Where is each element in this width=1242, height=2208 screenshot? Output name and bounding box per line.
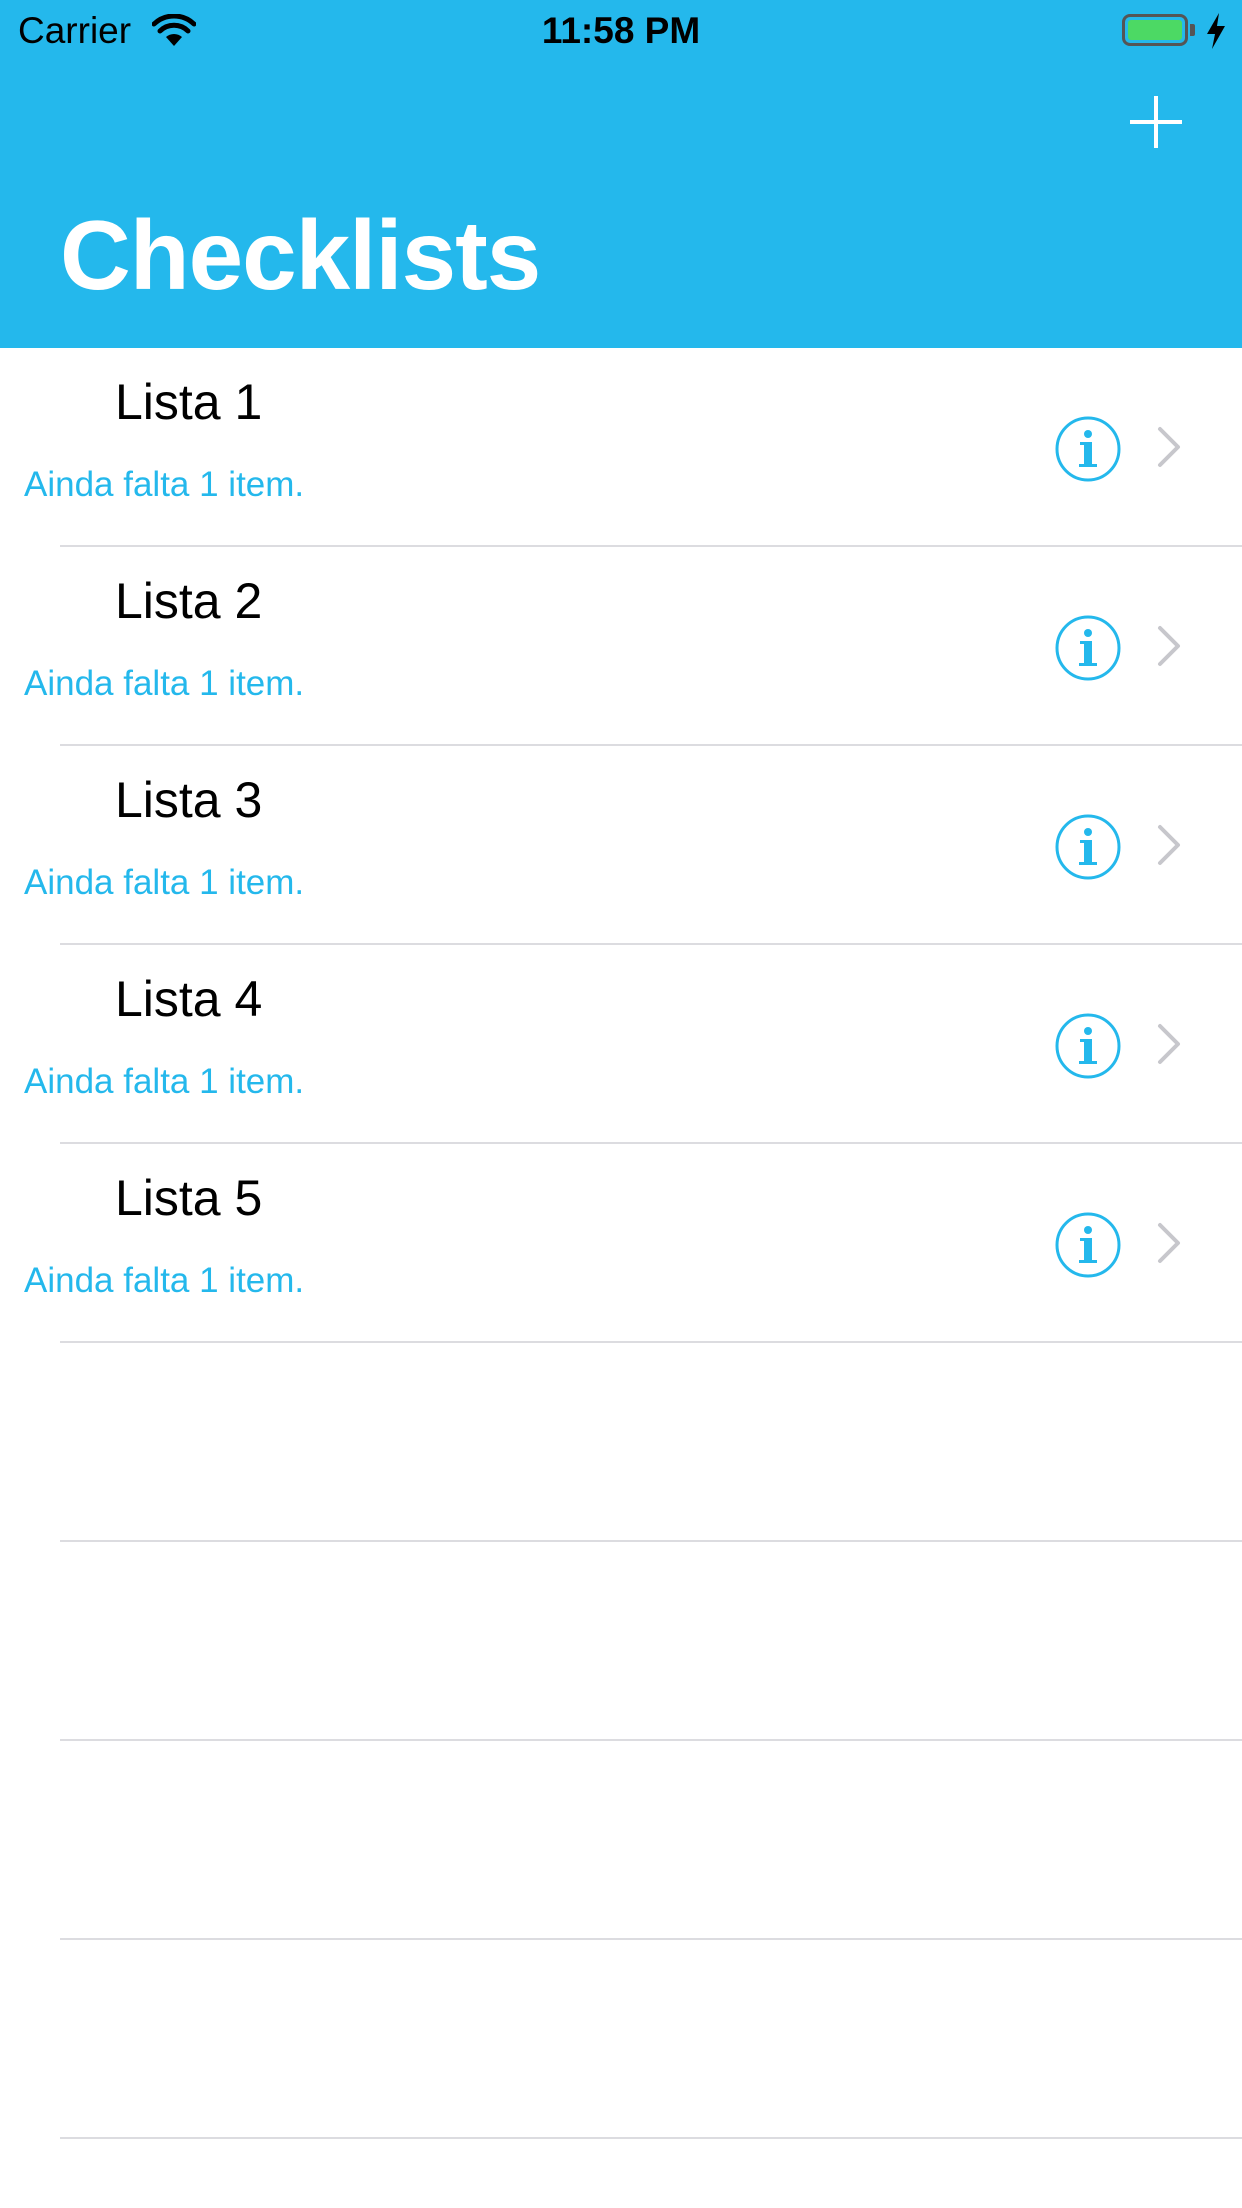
chevron-right-icon: [1158, 1223, 1180, 1263]
battery-tip: [1190, 24, 1195, 36]
checklist-row[interactable]: Lista 5 Ainda falta 1 item.: [0, 1144, 1242, 1343]
empty-row: [0, 1542, 1242, 1741]
checklist-remaining: Ainda falta 1 item.: [24, 863, 305, 902]
checklist-remaining: Ainda falta 1 item.: [24, 664, 305, 703]
checklist-row[interactable]: Lista 3 Ainda falta 1 item.: [0, 746, 1242, 945]
plus-icon: [1130, 96, 1182, 148]
empty-row: [0, 1940, 1242, 2139]
empty-row: [0, 1343, 1242, 1542]
chevron-right-icon: [1158, 626, 1180, 666]
chevron-right-icon: [1158, 427, 1180, 467]
checklist-row[interactable]: Lista 4 Ainda falta 1 item.: [0, 945, 1242, 1144]
checklist-name: Lista 4: [115, 971, 263, 1027]
empty-row: [0, 1741, 1242, 1940]
chevron-right-icon: [1158, 825, 1180, 865]
navigation-bar: Carrier 11:58 PM Checklists: [0, 0, 1242, 348]
checklist-row[interactable]: Lista 1 Ainda falta 1 item.: [0, 348, 1242, 547]
row-separator: [60, 2137, 1242, 2139]
checklist-remaining: Ainda falta 1 item.: [24, 465, 305, 504]
page-title: Checklists: [60, 200, 541, 310]
info-button[interactable]: [1054, 813, 1122, 881]
checklist-remaining: Ainda falta 1 item.: [24, 1261, 305, 1300]
info-button[interactable]: [1054, 1211, 1122, 1279]
checklist-name: Lista 3: [115, 772, 263, 828]
charging-bolt-icon: [1207, 13, 1225, 49]
add-checklist-button[interactable]: [1126, 92, 1186, 152]
battery-level: [1128, 20, 1182, 40]
chevron-right-icon: [1158, 1024, 1180, 1064]
status-bar: Carrier 11:58 PM: [0, 0, 1242, 62]
clock: 11:58 PM: [541, 10, 701, 51]
info-button[interactable]: [1054, 614, 1122, 682]
checklist-name: Lista 1: [115, 374, 263, 430]
checklist-row[interactable]: Lista 2 Ainda falta 1 item.: [0, 547, 1242, 746]
battery-icon: [1122, 14, 1188, 46]
checklist-remaining: Ainda falta 1 item.: [24, 1062, 305, 1101]
checklist-name: Lista 5: [115, 1170, 263, 1226]
checklist-name: Lista 2: [115, 573, 263, 629]
info-button[interactable]: [1054, 415, 1122, 483]
checklist-table: Lista 1 Ainda falta 1 item. Lista 2 Aind…: [0, 348, 1242, 2139]
info-button[interactable]: [1054, 1012, 1122, 1080]
